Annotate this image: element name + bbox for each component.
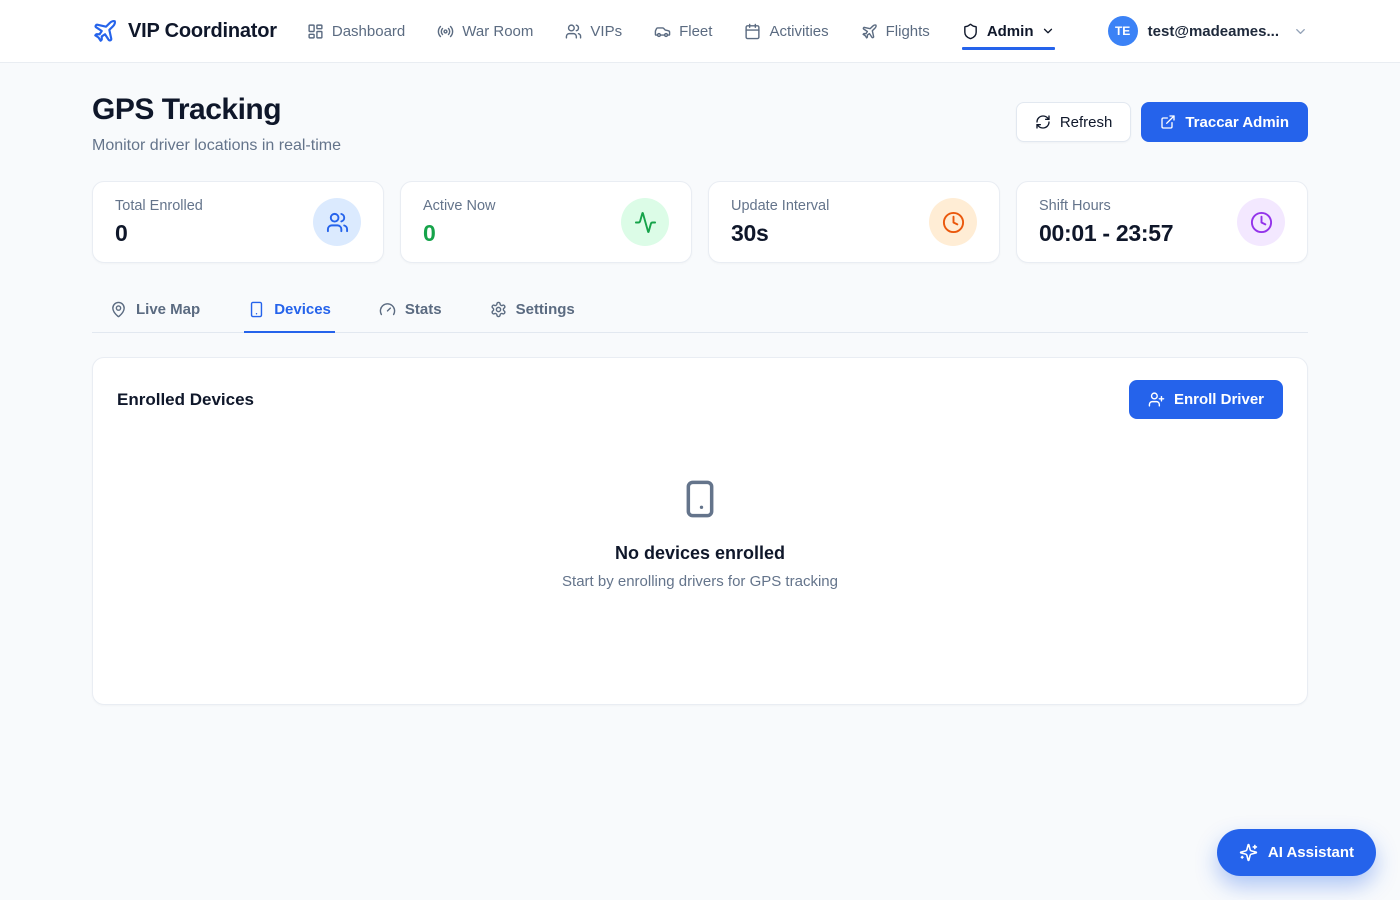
chevron-down-icon [1041, 24, 1055, 38]
tab-live-map[interactable]: Live Map [106, 289, 204, 333]
ai-assistant-label: AI Assistant [1268, 844, 1354, 861]
stat-value: 30s [731, 220, 829, 247]
users-icon [565, 23, 582, 40]
stat-card-shift-hours: Shift Hours 00:01 - 23:57 [1016, 181, 1308, 263]
empty-state: No devices enrolled Start by enrolling d… [93, 419, 1307, 590]
enroll-label: Enroll Driver [1174, 391, 1264, 408]
traccar-label: Traccar Admin [1185, 114, 1289, 131]
tab-devices[interactable]: Devices [244, 289, 335, 333]
traccar-admin-button[interactable]: Traccar Admin [1141, 102, 1308, 142]
gauge-icon [379, 301, 396, 318]
map-pin-icon [110, 301, 127, 318]
calendar-icon [744, 23, 761, 40]
stat-value: 0 [115, 220, 203, 247]
gear-icon [490, 301, 507, 318]
page-header: GPS Tracking Monitor driver locations in… [0, 63, 1400, 155]
stat-label: Total Enrolled [115, 198, 203, 214]
shield-icon [962, 23, 979, 40]
stat-label: Update Interval [731, 198, 829, 214]
stats-row: Total Enrolled 0 Active Now 0 Update Int… [92, 181, 1308, 263]
brand[interactable]: VIP Coordinator [92, 18, 277, 44]
page-title: GPS Tracking [92, 93, 341, 127]
enroll-driver-button[interactable]: Enroll Driver [1129, 380, 1283, 419]
user-email: test@madeames... [1148, 23, 1279, 40]
stat-label: Shift Hours [1039, 198, 1173, 214]
nav-item-label: Fleet [679, 23, 712, 40]
tab-label: Settings [516, 301, 575, 318]
header-actions: Refresh Traccar Admin [1016, 93, 1308, 142]
nav-item-war-room[interactable]: War Room [437, 23, 533, 40]
car-icon [654, 23, 671, 40]
tab-label: Live Map [136, 301, 200, 318]
clock-icon [1237, 198, 1285, 246]
nav-item-label: Dashboard [332, 23, 405, 40]
nav-item-vips[interactable]: VIPs [565, 23, 622, 40]
panel-header: Enrolled Devices Enroll Driver [93, 358, 1307, 419]
nav-links: Dashboard War Room VIPs Fleet Activities… [307, 23, 1056, 40]
tab-label: Devices [274, 301, 331, 318]
tab-bar: Live Map Devices Stats Settings [92, 289, 1308, 333]
tab-settings[interactable]: Settings [486, 289, 579, 333]
nav-item-label: Admin [987, 23, 1034, 40]
activity-icon [621, 198, 669, 246]
smartphone-icon [248, 301, 265, 318]
ai-assistant-button[interactable]: AI Assistant [1217, 829, 1376, 876]
avatar: TE [1108, 16, 1138, 46]
smartphone-icon [680, 475, 720, 523]
dashboard-grid-icon [307, 23, 324, 40]
nav-item-fleet[interactable]: Fleet [654, 23, 712, 40]
tab-label: Stats [405, 301, 442, 318]
panel-title: Enrolled Devices [117, 390, 254, 410]
chevron-down-icon [1293, 24, 1308, 39]
refresh-icon [1035, 114, 1051, 130]
user-plus-icon [1148, 391, 1165, 408]
stat-card-total-enrolled: Total Enrolled 0 [92, 181, 384, 263]
stat-card-active-now: Active Now 0 [400, 181, 692, 263]
stat-value: 00:01 - 23:57 [1039, 220, 1173, 247]
clock-icon [929, 198, 977, 246]
stat-label: Active Now [423, 198, 496, 214]
nav-item-label: Flights [886, 23, 930, 40]
brand-name: VIP Coordinator [128, 20, 277, 43]
refresh-label: Refresh [1060, 114, 1113, 131]
nav-item-flights[interactable]: Flights [861, 23, 930, 40]
stat-value: 0 [423, 220, 496, 247]
stat-card-update-interval: Update Interval 30s [708, 181, 1000, 263]
nav-item-dashboard[interactable]: Dashboard [307, 23, 405, 40]
external-link-icon [1160, 114, 1176, 130]
plane-logo-icon [92, 18, 118, 44]
top-nav: VIP Coordinator Dashboard War Room VIPs … [0, 0, 1400, 63]
nav-item-activities[interactable]: Activities [744, 23, 828, 40]
empty-state-title: No devices enrolled [615, 543, 785, 564]
broadcast-icon [437, 23, 454, 40]
sparkles-icon [1239, 843, 1258, 862]
enrolled-devices-panel: Enrolled Devices Enroll Driver No device… [92, 357, 1308, 705]
refresh-button[interactable]: Refresh [1016, 102, 1132, 142]
tab-stats[interactable]: Stats [375, 289, 446, 333]
nav-item-label: War Room [462, 23, 533, 40]
nav-item-admin[interactable]: Admin [962, 23, 1056, 40]
empty-state-subtitle: Start by enrolling drivers for GPS track… [562, 573, 838, 590]
users-icon [313, 198, 361, 246]
page-subtitle: Monitor driver locations in real-time [92, 137, 341, 155]
user-menu[interactable]: TE test@madeames... [1108, 16, 1308, 46]
nav-item-label: VIPs [590, 23, 622, 40]
nav-item-label: Activities [769, 23, 828, 40]
plane-icon [861, 23, 878, 40]
